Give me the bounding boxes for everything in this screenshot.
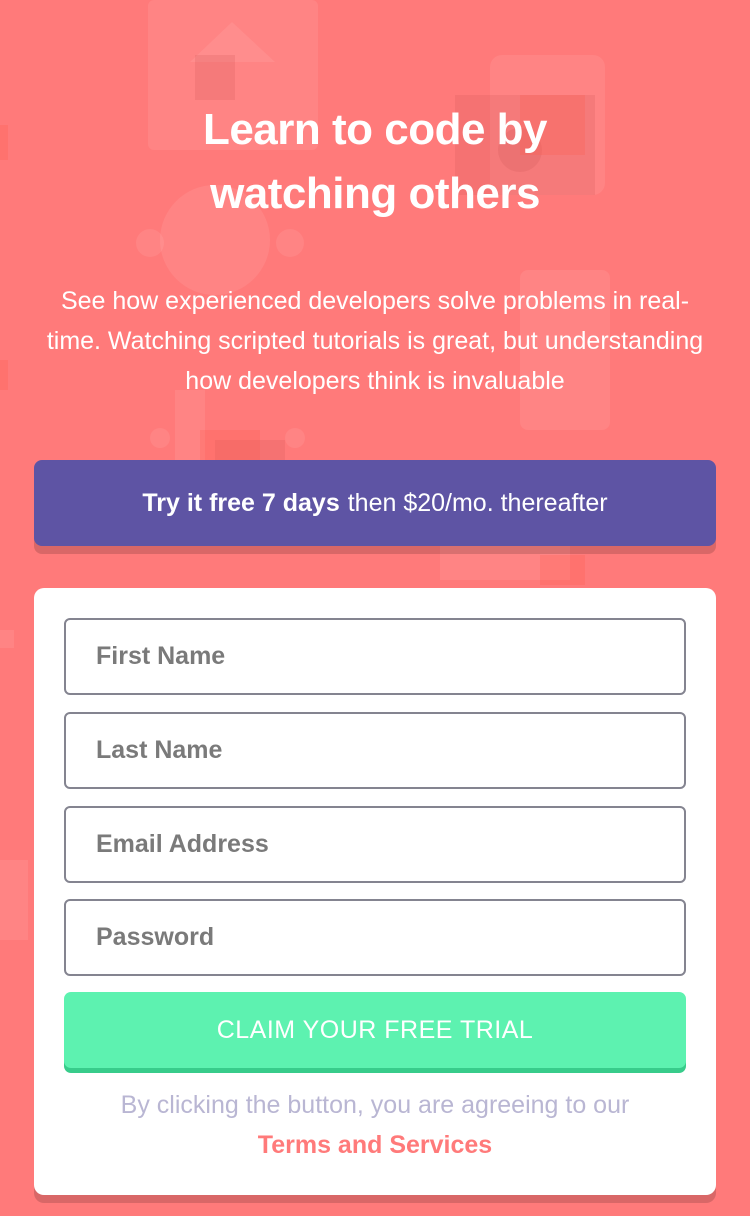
terms-notice-text: By clicking the button, you are agreeing… bbox=[120, 1091, 630, 1119]
signup-page: Learn to code by watching others See how… bbox=[0, 0, 750, 1216]
first-name-input[interactable] bbox=[64, 618, 686, 695]
trial-offer-banner: Try it free 7 days then $20/mo. thereaft… bbox=[34, 460, 716, 546]
title-line-2: watching others bbox=[210, 169, 540, 218]
terms-notice: By clicking the button, you are agreeing… bbox=[64, 1085, 686, 1165]
intro-text: See how experienced developers solve pro… bbox=[46, 287, 704, 395]
signup-form: CLAIM YOUR FREE TRIAL By clicking the bu… bbox=[34, 588, 716, 1195]
last-name-input[interactable] bbox=[64, 712, 686, 789]
offer-price: then $20/mo. thereafter bbox=[347, 488, 608, 517]
email-input[interactable] bbox=[64, 806, 686, 883]
password-input[interactable] bbox=[64, 899, 686, 976]
page-title: Learn to code by watching others bbox=[0, 98, 750, 226]
offer-highlight: Try it free 7 days bbox=[142, 488, 340, 517]
terms-link[interactable]: Terms and Services bbox=[64, 1125, 686, 1165]
title-line-1: Learn to code by bbox=[202, 105, 548, 154]
claim-free-trial-button[interactable]: CLAIM YOUR FREE TRIAL bbox=[64, 992, 686, 1068]
